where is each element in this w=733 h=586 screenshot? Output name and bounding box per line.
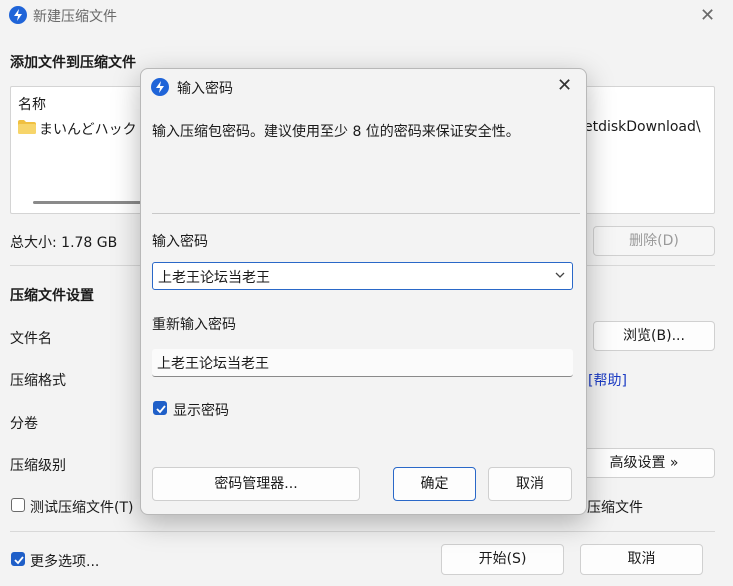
test-archive-label[interactable]: 测试压缩文件(T): [30, 497, 133, 517]
reenter-password-field[interactable]: 上老王论坛当老王: [152, 349, 573, 377]
help-link[interactable]: [帮助]: [588, 370, 627, 390]
reenter-password-label: 重新输入密码: [152, 317, 236, 333]
partial-archive-label: 压缩文件: [587, 500, 643, 516]
main-window-title: 新建压缩文件: [33, 9, 117, 25]
delete-button[interactable]: 删除(D): [593, 226, 715, 256]
chevron-down-icon[interactable]: [554, 269, 566, 281]
divider: [10, 531, 715, 532]
file-list-item-name[interactable]: まいんどハック: [39, 119, 137, 139]
password-label: 输入密码: [152, 234, 208, 250]
app-logo-icon: [9, 6, 27, 24]
main-titlebar: 新建压缩文件 ✕: [0, 0, 733, 30]
dialog-cancel-button[interactable]: 取消: [488, 467, 572, 501]
browse-button[interactable]: 浏览(B)...: [593, 321, 715, 351]
add-files-heading: 添加文件到压缩文件: [10, 55, 136, 71]
split-label: 分卷: [10, 416, 38, 432]
dialog-close-icon[interactable]: ✕: [557, 75, 572, 96]
test-archive-checkbox[interactable]: [11, 498, 25, 512]
horizontal-scrollbar[interactable]: [33, 201, 143, 204]
dialog-app-logo-icon: [151, 78, 169, 96]
format-label: 压缩格式: [10, 373, 66, 389]
reenter-password-value[interactable]: 上老王论坛当老王: [157, 353, 269, 373]
level-label: 压缩级别: [10, 458, 66, 474]
ok-button[interactable]: 确定: [393, 467, 476, 501]
main-cancel-button[interactable]: 取消: [580, 544, 703, 575]
dialog-description: 输入压缩包密码。建议使用至少 8 位的密码来保证安全性。: [152, 124, 520, 140]
dialog-title: 输入密码: [177, 81, 233, 97]
check-icon: [156, 405, 166, 414]
filename-label: 文件名: [10, 331, 52, 347]
password-value[interactable]: 上老王论坛当老王: [158, 267, 270, 287]
dialog-divider: [152, 213, 580, 214]
more-options-checkbox[interactable]: [11, 552, 25, 566]
password-combobox[interactable]: 上老王论坛当老王: [152, 262, 573, 290]
total-size: 总大小: 1.78 GB: [10, 235, 118, 251]
advanced-settings-button[interactable]: 高级设置 »: [573, 448, 715, 478]
file-list-item-path: etdiskDownload\: [584, 119, 701, 135]
show-password-checkbox[interactable]: [153, 401, 167, 415]
main-close-icon[interactable]: ✕: [700, 5, 715, 26]
folder-icon: [18, 120, 36, 134]
password-dialog: 输入密码 ✕ 输入压缩包密码。建议使用至少 8 位的密码来保证安全性。 输入密码…: [140, 68, 587, 515]
show-password-label[interactable]: 显示密码: [173, 400, 229, 420]
more-options-label[interactable]: 更多选项...: [30, 551, 99, 571]
start-button[interactable]: 开始(S): [441, 544, 564, 575]
settings-heading: 压缩文件设置: [10, 288, 94, 304]
check-icon: [14, 556, 24, 565]
file-list-column-name[interactable]: 名称: [18, 94, 46, 114]
password-manager-button[interactable]: 密码管理器...: [152, 467, 360, 501]
